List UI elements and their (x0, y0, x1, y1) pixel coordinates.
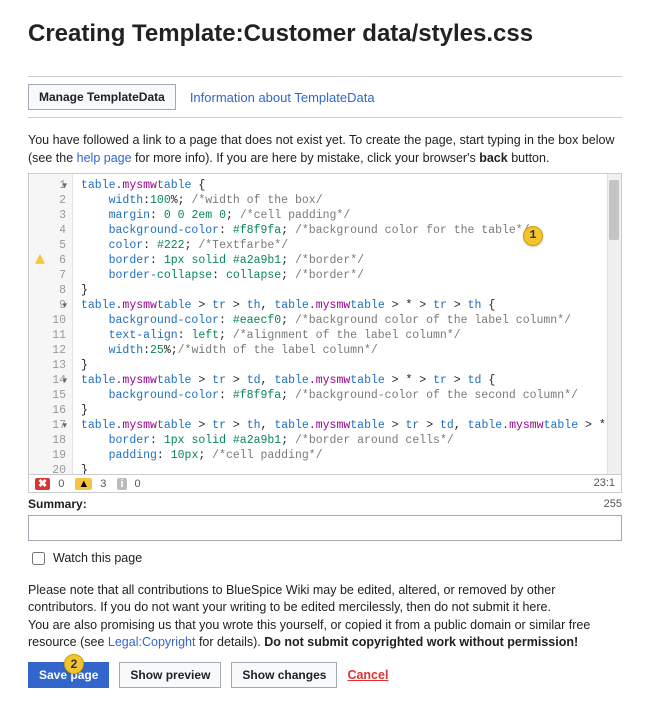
summary-input[interactable] (28, 515, 622, 541)
status-errors: 0 (58, 478, 64, 490)
status-info-icon: i (117, 478, 126, 490)
legal-copyright-link[interactable]: Legal:Copyright (108, 635, 196, 649)
callout-2: 2 (64, 654, 84, 674)
intro-mid: for more info). If you are here by mista… (132, 151, 480, 165)
editor-statusbar: ✖0 ▲3 i0 23:1 (28, 475, 622, 493)
templatedata-bar: Manage TemplateData Information about Te… (28, 76, 622, 118)
watch-label: Watch this page (53, 551, 142, 565)
preview-button[interactable]: Show preview (119, 662, 221, 688)
watch-checkbox[interactable] (32, 552, 45, 565)
editor-code[interactable]: table.mysmwtable { width:100%; /*width o… (73, 174, 621, 474)
status-warnings: 3 (100, 478, 106, 490)
editor-gutter: 1▾23456789▾1011121314▾151617▾181920 (29, 174, 73, 474)
status-info: 0 (135, 478, 141, 490)
manage-templatedata-button[interactable]: Manage TemplateData (28, 84, 176, 110)
page-title: Creating Template:Customer data/styles.c… (28, 20, 622, 48)
code-editor[interactable]: 1▾23456789▾1011121314▾151617▾181920 tabl… (28, 173, 622, 475)
summary-charcount: 255 (604, 498, 622, 510)
intro-bold: back (479, 151, 508, 165)
notice-bold: Do not submit copyrighted work without p… (264, 635, 578, 649)
notice-line2b: for details). (195, 635, 264, 649)
notice-line1: Please note that all contributions to Bl… (28, 583, 555, 615)
copyright-notice: Please note that all contributions to Bl… (28, 582, 622, 652)
action-buttons: Save page Show preview Show changes Canc… (28, 662, 622, 688)
diff-button[interactable]: Show changes (231, 662, 337, 688)
templatedata-info-link[interactable]: Information about TemplateData (190, 90, 375, 105)
watch-checkbox-row[interactable]: Watch this page (28, 549, 622, 568)
scrollbar-thumb[interactable] (609, 180, 619, 240)
editor-scrollbar[interactable] (607, 174, 621, 474)
intro-text: You have followed a link to a page that … (28, 131, 622, 167)
callout-1: 1 (523, 226, 543, 246)
gutter-warning-icon (35, 254, 45, 264)
summary-label: Summary: (28, 497, 622, 511)
help-page-link[interactable]: help page (77, 151, 132, 165)
status-warnings-icon: ▲ (75, 478, 92, 490)
cursor-position: 23:1 (594, 477, 615, 490)
intro-post: button. (508, 151, 550, 165)
cancel-link[interactable]: Cancel (347, 668, 388, 682)
status-errors-icon: ✖ (35, 478, 50, 490)
